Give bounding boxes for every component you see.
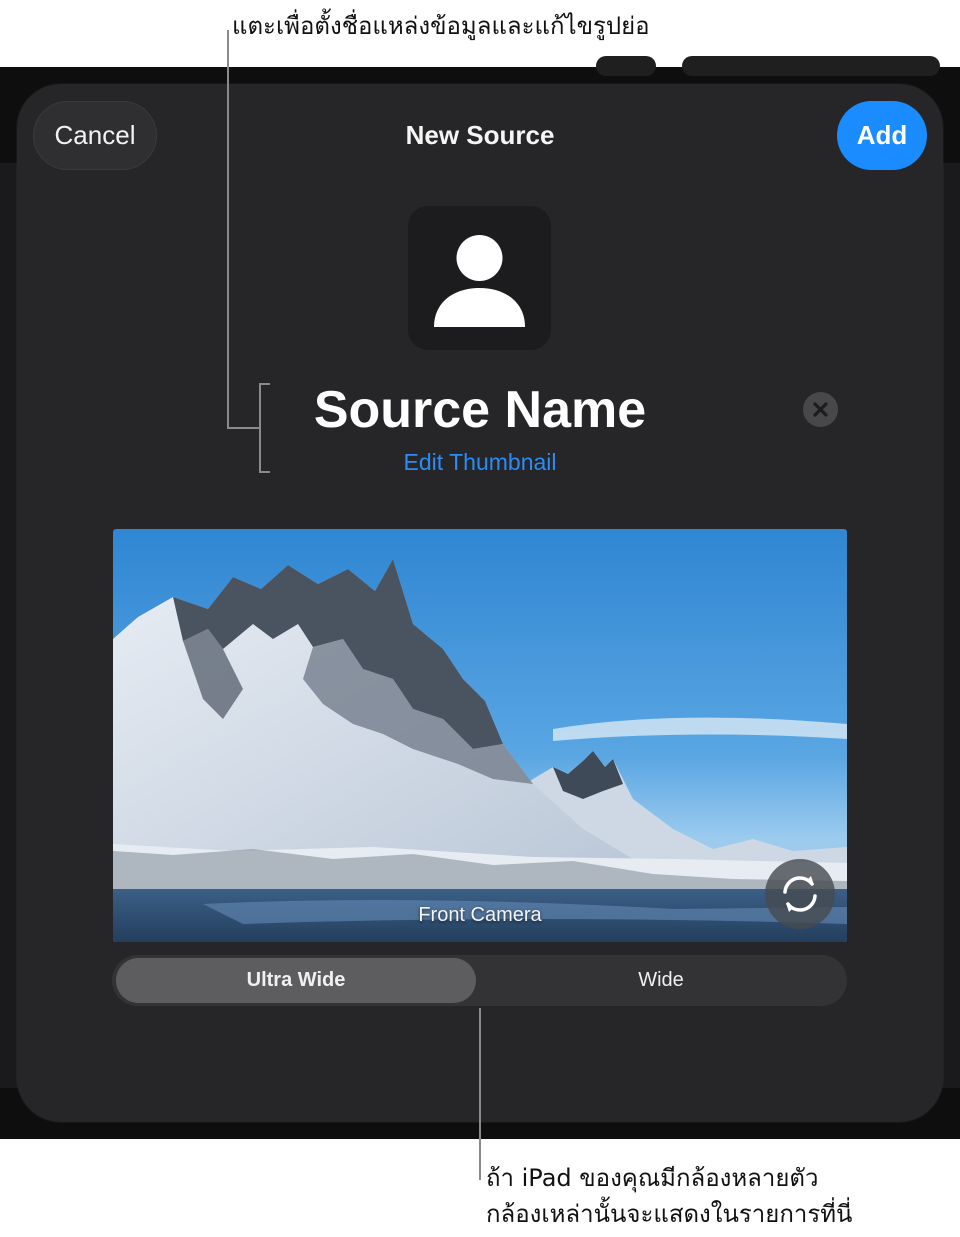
callout-lines [227,30,481,1180]
